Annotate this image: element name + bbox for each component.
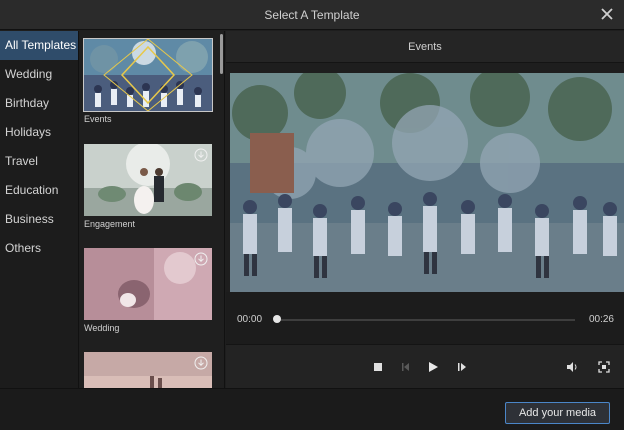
stop-icon[interactable]: [371, 360, 385, 374]
download-icon[interactable]: [194, 252, 208, 266]
template-thumbnail[interactable]: [84, 248, 212, 320]
add-your-media-button[interactable]: Add your media: [505, 402, 610, 424]
category-travel[interactable]: Travel: [0, 147, 78, 176]
preview-panel: Events 00:00 00:26: [226, 31, 624, 388]
duration-time: 00:26: [588, 314, 614, 325]
video-preview[interactable]: [230, 73, 624, 292]
category-others[interactable]: Others: [0, 234, 78, 263]
fullscreen-icon[interactable]: [597, 360, 611, 374]
previous-frame-icon[interactable]: [399, 360, 413, 374]
template-events[interactable]: Events: [83, 38, 213, 124]
template-thumbnail[interactable]: [83, 38, 213, 112]
playback-controls: [226, 344, 624, 388]
title-bar: Select A Template: [0, 0, 624, 30]
template-engagement[interactable]: Engagement: [84, 144, 212, 229]
seek-bar[interactable]: [277, 319, 575, 321]
next-frame-icon[interactable]: [455, 360, 469, 374]
scrollbar-thumb[interactable]: [220, 34, 223, 74]
template-thumbnail[interactable]: [84, 144, 212, 216]
template-item[interactable]: [84, 352, 212, 388]
seek-handle[interactable]: [273, 315, 281, 323]
template-label: Wedding: [84, 323, 120, 333]
template-wedding[interactable]: Wedding: [84, 248, 212, 333]
category-birthday[interactable]: Birthday: [0, 89, 78, 118]
footer: Add your media: [0, 388, 624, 430]
timeline: 00:00 00:26: [226, 292, 624, 344]
category-holidays[interactable]: Holidays: [0, 118, 78, 147]
category-all-templates[interactable]: All Templates: [0, 31, 78, 60]
volume-icon[interactable]: [565, 360, 579, 374]
window-title: Select A Template: [264, 8, 360, 22]
current-time: 00:00: [237, 314, 263, 325]
template-list: Events Engagement Wedding: [80, 31, 225, 388]
download-icon[interactable]: [194, 356, 208, 370]
preview-title: Events: [226, 31, 624, 63]
category-wedding[interactable]: Wedding: [0, 60, 78, 89]
play-icon[interactable]: [426, 360, 440, 374]
download-icon[interactable]: [194, 148, 208, 162]
category-business[interactable]: Business: [0, 205, 78, 234]
template-thumbnail[interactable]: [84, 352, 212, 388]
template-scrollbar[interactable]: [219, 31, 224, 388]
template-label: Engagement: [84, 219, 136, 229]
template-label: Events: [84, 114, 112, 124]
category-list: All Templates Wedding Birthday Holidays …: [0, 31, 79, 388]
close-icon[interactable]: [598, 5, 616, 23]
category-education[interactable]: Education: [0, 176, 78, 205]
